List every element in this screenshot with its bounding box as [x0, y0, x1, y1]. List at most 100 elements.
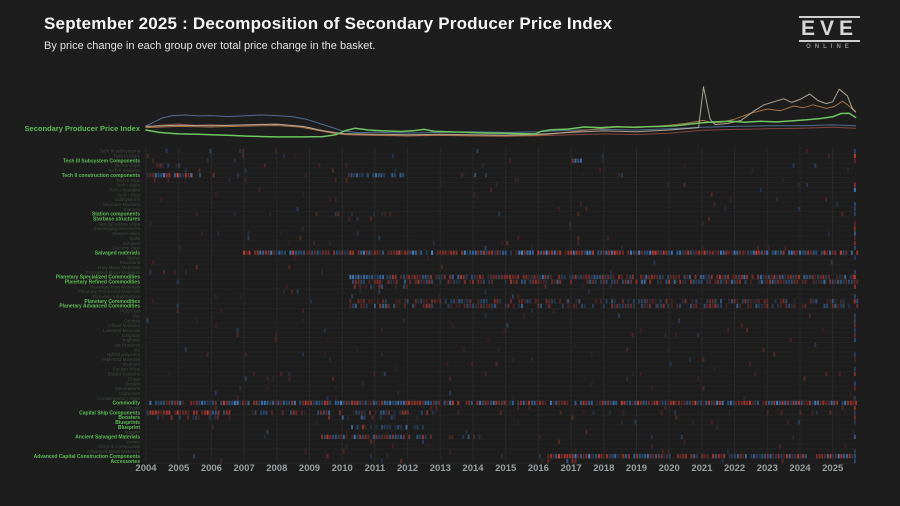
- heatmap-cell: [368, 250, 371, 255]
- heatmap-cell: [280, 231, 283, 236]
- heatmap-cell: [808, 313, 811, 318]
- heatmap-cell: [811, 400, 814, 405]
- heatmap-cell: [214, 192, 217, 197]
- heatmap-cell: [363, 279, 365, 284]
- heatmap-cell: [293, 255, 296, 260]
- heatmap-cell: [741, 299, 744, 304]
- heatmap-cell: [747, 303, 750, 309]
- heatmap-cell: [500, 274, 503, 280]
- heatmap-cell: [252, 371, 255, 376]
- heatmap-cell: [484, 313, 487, 318]
- heatmap-cell: [569, 454, 571, 459]
- heatmap-cell: [728, 250, 731, 255]
- heatmap-cell: [495, 274, 498, 280]
- heatmap-cell: [720, 279, 722, 284]
- heatmap-cell: [360, 299, 363, 304]
- heatmap-cell: [488, 303, 491, 309]
- heatmap-cell: [414, 299, 417, 304]
- heatmap-cell: [547, 274, 550, 280]
- heatmap-cell: [545, 299, 548, 304]
- heatmap-cell: [295, 410, 298, 415]
- heatmap-cell: [487, 337, 490, 343]
- heatmap-cell: [796, 279, 799, 284]
- heatmap-cell: [763, 303, 766, 309]
- heatmap-cell: [490, 400, 492, 405]
- heatmap-cell: [637, 400, 640, 405]
- heatmap-cell: [836, 274, 839, 280]
- heatmap-cell: [380, 173, 383, 178]
- heatmap-cell: [806, 400, 809, 405]
- heatmap-cell: [667, 347, 670, 352]
- heatmap-cell: [328, 415, 331, 420]
- heatmap-cell: [529, 299, 532, 304]
- heatmap-cell: [381, 425, 383, 430]
- heatmap-cell: [702, 386, 705, 391]
- heatmap-cell: [662, 303, 665, 309]
- heatmap-cell: [317, 410, 320, 415]
- heatmap-cell: [551, 250, 553, 255]
- heatmap-cell: [363, 410, 366, 415]
- heatmap-cell: [402, 318, 405, 323]
- heatmap-cell: [372, 284, 375, 289]
- heatmap-cell: [265, 410, 268, 415]
- heatmap-cell: [157, 415, 159, 420]
- heatmap-cell: [391, 153, 394, 158]
- heatmap-cell: [296, 207, 299, 212]
- heatmap-cell: [690, 250, 692, 255]
- heatmap-cell: [820, 279, 823, 284]
- heatmap-cell: [244, 352, 247, 357]
- heatmap-cell: [853, 274, 856, 280]
- heatmap-cell: [364, 400, 367, 405]
- heatmap-cell: [750, 454, 753, 459]
- heatmap-cell: [517, 178, 520, 183]
- heatmap-cell: [853, 207, 856, 212]
- heatmap-cell: [222, 410, 225, 415]
- heatmap-cell: [643, 303, 646, 309]
- heatmap-cell: [608, 410, 611, 415]
- heatmap-cell: [814, 400, 817, 405]
- heatmap-cell: [146, 173, 149, 178]
- heatmap-cell: [694, 274, 697, 280]
- heatmap-cell: [473, 274, 476, 280]
- heatmap-cell: [304, 173, 307, 178]
- heatmap-cell: [254, 410, 257, 415]
- heatmap-cell: [160, 173, 163, 178]
- heatmap-cell: [372, 371, 375, 376]
- heatmap-cell: [352, 279, 355, 284]
- heatmap-cell: [776, 197, 779, 202]
- heatmap-cell: [530, 357, 533, 362]
- heatmap-cell: [590, 400, 593, 405]
- heatmap-cell: [363, 415, 366, 420]
- heatmap-cell: [694, 400, 697, 405]
- heatmap-cell: [808, 274, 811, 280]
- heatmap-cell: [585, 429, 588, 435]
- heatmap-cell: [774, 279, 777, 284]
- heatmap-cell: [767, 274, 770, 280]
- heatmap-cell: [856, 250, 859, 255]
- heatmap-cell: [759, 274, 762, 280]
- heatmap-cell: [835, 454, 837, 459]
- heatmap-cell: [720, 299, 722, 304]
- heatmap-cell: [209, 410, 212, 415]
- heatmap-cell: [745, 454, 747, 459]
- heatmap-cell: [588, 289, 591, 294]
- heatmap-cell: [504, 279, 507, 284]
- heatmap-cell: [209, 148, 212, 154]
- heatmap-cell: [394, 168, 397, 173]
- heatmap-cell: [656, 274, 659, 280]
- heatmap-cell: [766, 303, 769, 309]
- heatmap-cell: [675, 279, 678, 284]
- heatmap-cell: [491, 279, 494, 284]
- heatmap-cell: [480, 250, 483, 255]
- heatmap-cell: [472, 279, 474, 284]
- heatmap-cell: [670, 299, 673, 304]
- heatmap-cell: [395, 279, 398, 284]
- heatmap-cell: [176, 400, 179, 405]
- heatmap-cell: [447, 303, 450, 309]
- heatmap-cell: [488, 250, 491, 255]
- heatmap-cell: [405, 284, 408, 289]
- heatmap-cell: [826, 454, 829, 459]
- heatmap-cell: [378, 236, 381, 241]
- heatmap-cell: [176, 303, 179, 309]
- heatmap-cell: [357, 250, 360, 255]
